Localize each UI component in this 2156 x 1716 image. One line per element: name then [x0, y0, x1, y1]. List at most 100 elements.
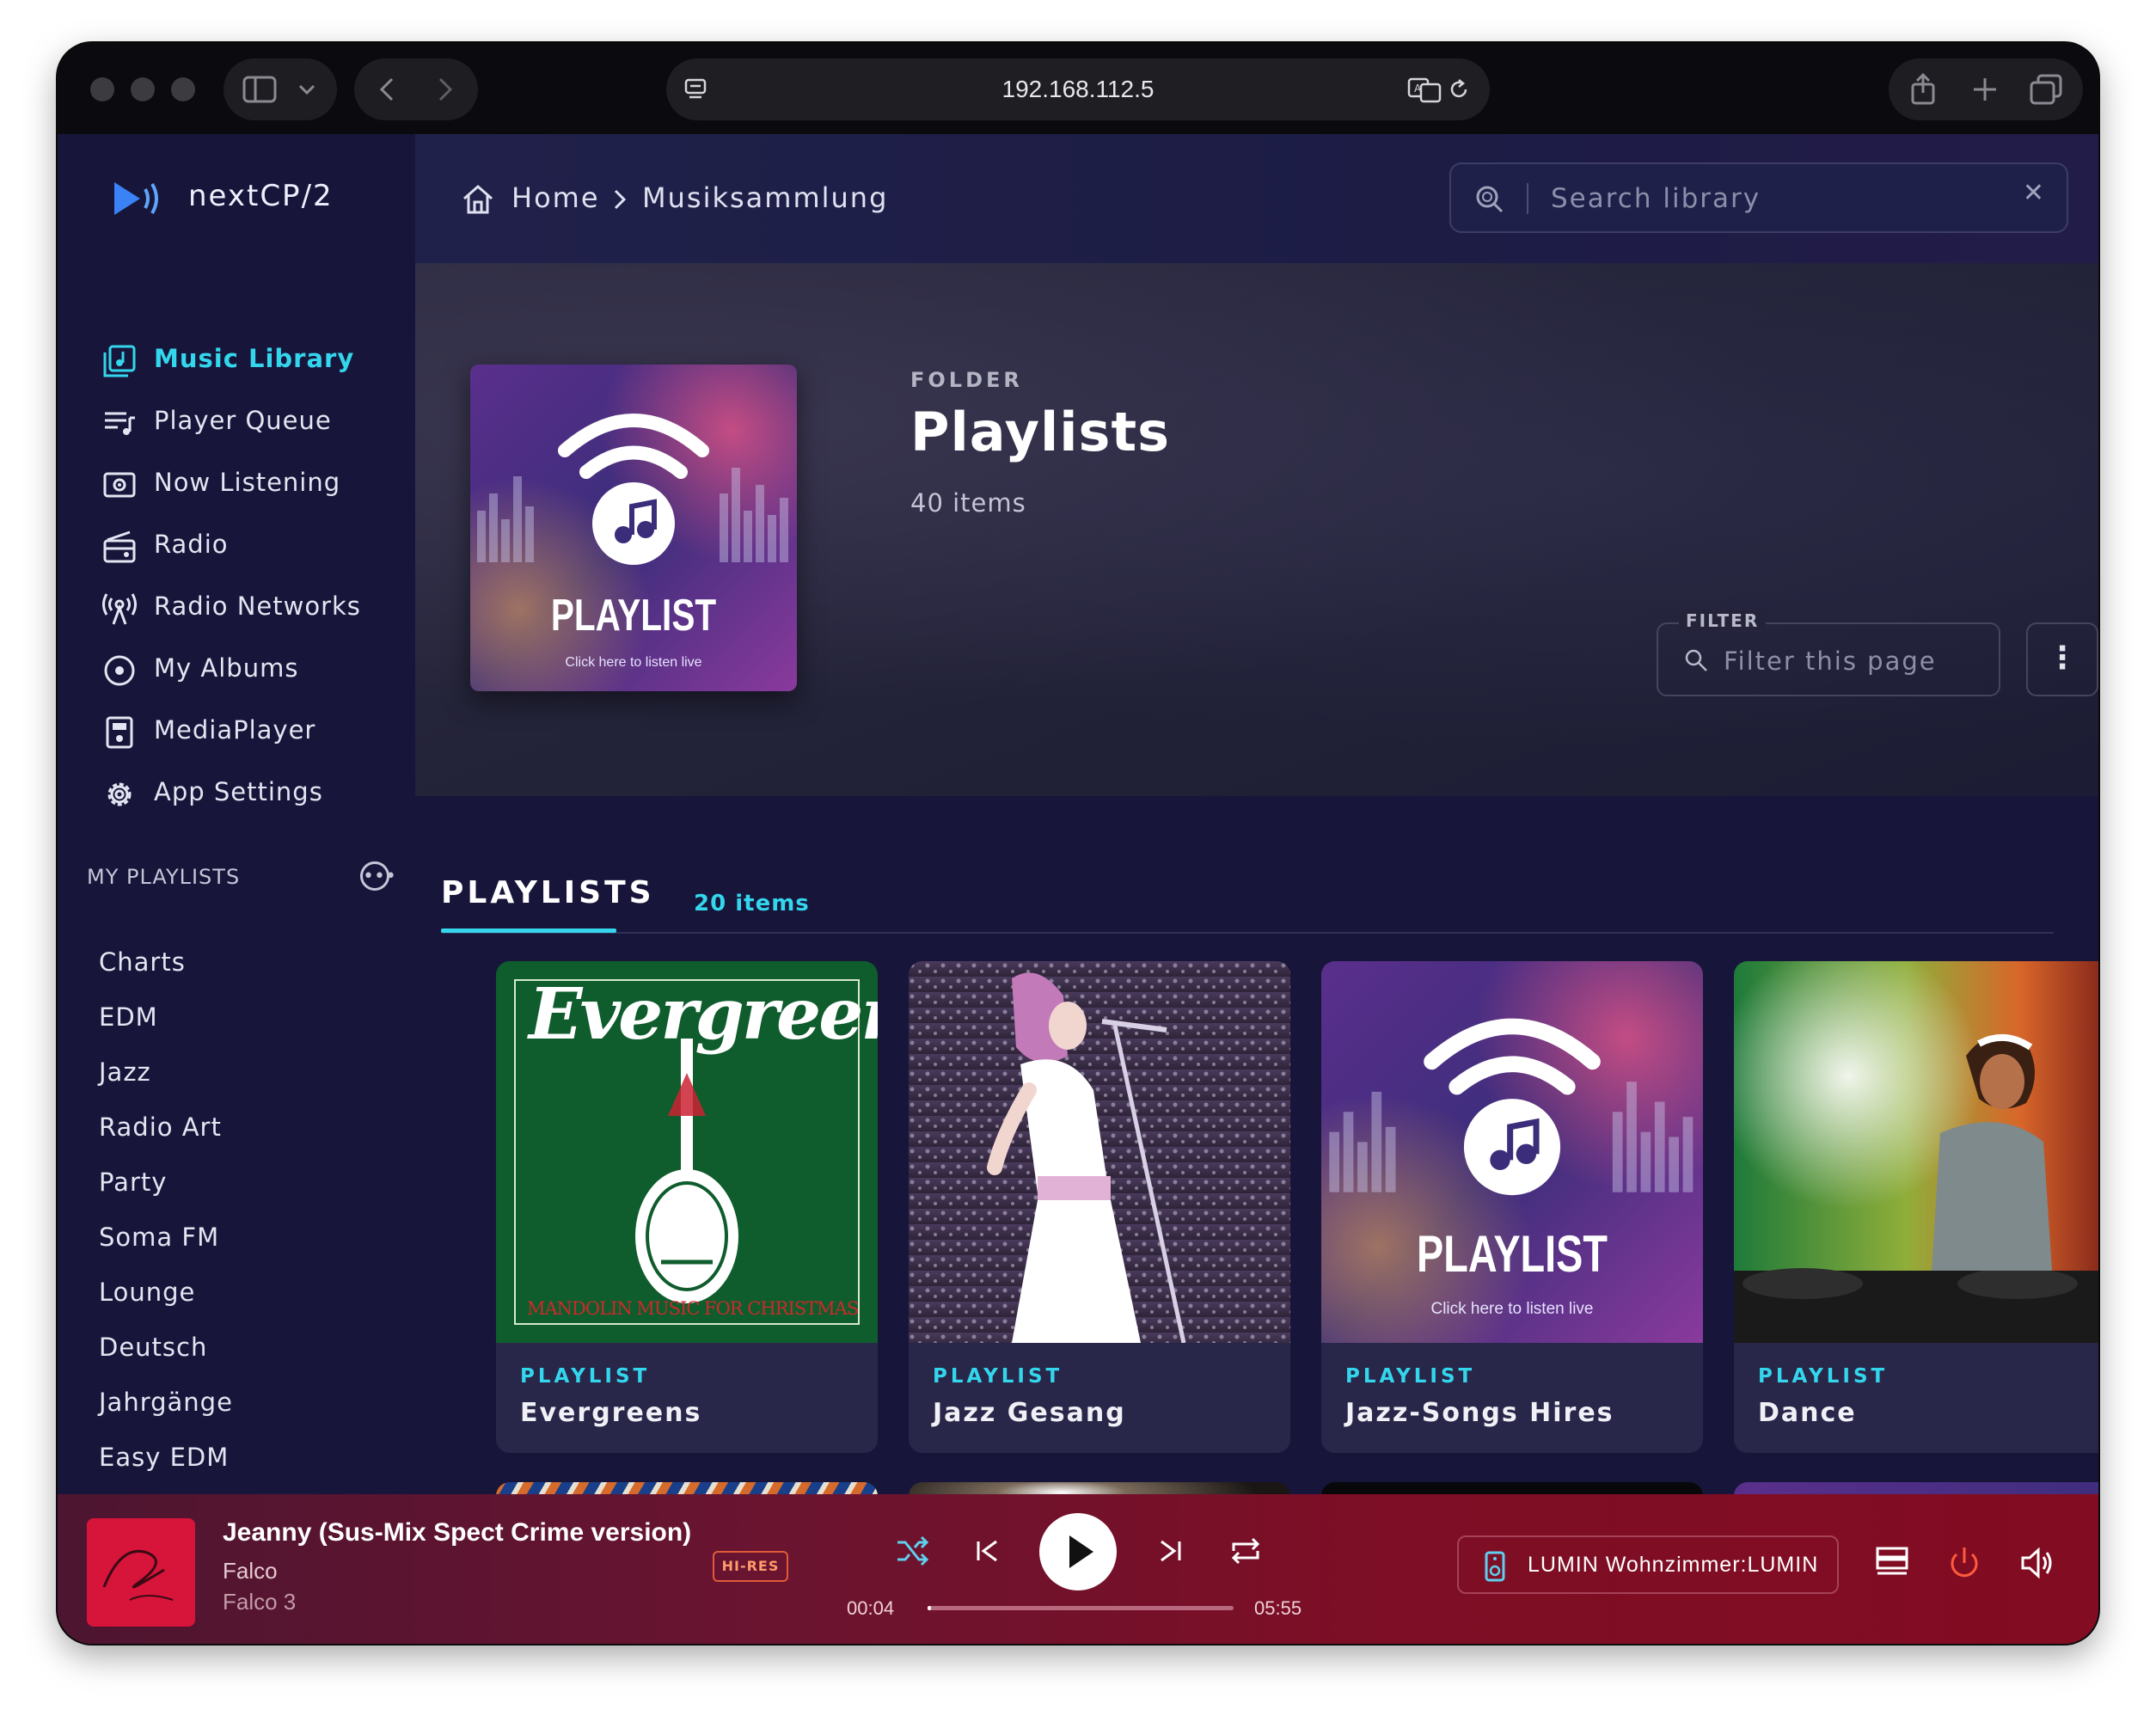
playlist-link[interactable]: Charts [99, 947, 186, 977]
renderer-selector[interactable]: LUMIN Wohnzimmer:LUMIN [1457, 1535, 1839, 1594]
play-button[interactable] [1039, 1513, 1117, 1590]
playlist-link[interactable]: Jahrgänge [99, 1388, 233, 1417]
track-album[interactable]: Falco 3 [223, 1589, 296, 1615]
folder-artwork[interactable]: PLAYLIST Click here to listen live [470, 365, 797, 691]
playlist-link[interactable]: Party [99, 1167, 167, 1197]
playlist-card-partial[interactable] [496, 1482, 878, 1494]
playlist-link[interactable]: Soma FM [99, 1223, 219, 1252]
playlist-link[interactable]: EDM [99, 1002, 158, 1032]
filter-legend: FILTER [1679, 610, 1767, 631]
playlist-link[interactable]: Easy EDM [99, 1443, 229, 1472]
zoom-window-button[interactable] [171, 77, 195, 101]
playlist-cover: Evergreen MANDOLIN MUSIC FOR CHRISTMAS [496, 961, 878, 1343]
speaker-icon [1485, 1551, 1505, 1582]
browser-actions-group [1889, 58, 2083, 120]
browser-window: 192.168.112.5 A nextCP/2 Music Library P… [58, 43, 2098, 1644]
playlist-card-partial[interactable] [909, 1482, 1290, 1494]
renderer-name: LUMIN Wohnzimmer:LUMIN [1528, 1553, 1819, 1577]
sidebar-item-music-library[interactable]: Music Library [102, 337, 395, 385]
sidebar-item-mediaplayer[interactable]: MediaPlayer [102, 708, 395, 757]
sidebar-item-radio-networks[interactable]: Radio Networks [102, 585, 395, 633]
address-bar[interactable]: 192.168.112.5 A [666, 58, 1490, 120]
card-type-label: PLAYLIST [1758, 1365, 1889, 1388]
card-title: Evergreens [520, 1398, 702, 1428]
forward-icon[interactable] [435, 76, 456, 103]
sidebar-item-label: MediaPlayer [154, 715, 316, 745]
sidebar-item-app-settings[interactable]: App Settings [102, 770, 395, 818]
search-bar: ✕ [1449, 162, 2068, 233]
new-tab-icon[interactable] [1971, 76, 1999, 103]
now-playing-cover[interactable] [87, 1518, 195, 1627]
playlist-link[interactable]: Lounge [99, 1278, 195, 1307]
back-icon[interactable] [377, 76, 397, 103]
folder-type-label: FOLDER [910, 368, 1023, 392]
folder-header: PLAYLIST Click here to listen live FOLDE… [415, 263, 2098, 796]
close-icon[interactable]: ✕ [2023, 178, 2044, 208]
card-type-label: PLAYLIST [933, 1365, 1063, 1388]
chevron-down-icon[interactable] [297, 83, 316, 96]
playlist-card[interactable]: Evergreen MANDOLIN MUSIC FOR CHRISTMAS P… [496, 961, 878, 1453]
playlist-card[interactable]: PLAYLIST Jazz Gesang [909, 961, 1290, 1453]
translate-icon[interactable]: A [1407, 76, 1442, 103]
repeat-icon[interactable] [1228, 1534, 1263, 1568]
playlist-link[interactable]: Radio Art [99, 1112, 222, 1142]
main-content: Home Musiksammlung ✕ [415, 134, 2098, 1494]
player-bar: Jeanny (Sus-Mix Spect Crime version) Fal… [58, 1494, 2098, 1644]
power-icon[interactable] [1947, 1546, 1981, 1580]
more-options-button[interactable]: ⋮ [2026, 622, 2098, 696]
url-text[interactable]: 192.168.112.5 [666, 58, 1490, 120]
previous-track-icon[interactable] [974, 1537, 1001, 1565]
sidebar-item-now-listening[interactable]: Now Listening [102, 461, 395, 509]
share-icon[interactable] [1908, 72, 1939, 107]
next-track-icon[interactable] [1156, 1537, 1184, 1565]
page-title: Playlists [910, 401, 1170, 463]
jazz-singer-cover-image [909, 961, 1290, 1344]
browser-titlebar: 192.168.112.5 A [58, 43, 2098, 134]
playlist-card-partial[interactable] [1734, 1482, 2098, 1494]
filter-field [1657, 622, 2000, 696]
hires-badge: HI-RES [713, 1551, 788, 1582]
track-title[interactable]: Jeanny (Sus-Mix Spect Crime version) [223, 1518, 691, 1547]
svg-text:A: A [1414, 83, 1422, 95]
filter-input[interactable] [1722, 640, 1983, 683]
art-sublabel: Click here to listen live [1430, 1300, 1594, 1318]
playlist-card[interactable]: PLAYLIST Click here to listen live PLAYL… [1321, 961, 1703, 1453]
playlist-link[interactable]: Jazz [99, 1057, 151, 1087]
close-window-button[interactable] [90, 77, 114, 101]
section-count: 20 items [694, 891, 810, 916]
reload-icon[interactable] [1447, 77, 1471, 101]
search-input[interactable] [1549, 176, 2000, 221]
breadcrumb-home[interactable]: Home [511, 181, 600, 214]
playlists-more-button[interactable]: ••• [360, 861, 396, 891]
minimize-window-button[interactable] [131, 77, 155, 101]
sidebar-item-label: Now Listening [154, 468, 341, 497]
sidebar-toggle-group [224, 58, 337, 120]
disc-icon [104, 655, 135, 686]
queue-list-icon[interactable] [1875, 1546, 1909, 1580]
sidebar-item-radio[interactable]: Radio [102, 523, 395, 571]
dj-cover-image [1734, 961, 2098, 1343]
album-cover-image [87, 1518, 195, 1627]
home-icon[interactable] [462, 183, 494, 216]
play-icon [1069, 1535, 1093, 1568]
sidebar-item-player-queue[interactable]: Player Queue [102, 399, 395, 447]
sidebar-item-label: Radio Networks [154, 591, 361, 621]
active-tab-indicator [441, 928, 616, 933]
progress-slider[interactable] [928, 1606, 1234, 1610]
art-label: PLAYLIST [550, 591, 717, 640]
breadcrumb-current[interactable]: Musiksammlung [642, 181, 888, 214]
sidebar-item-my-albums[interactable]: My Albums [102, 647, 395, 695]
playlist-card[interactable]: PLAYLIST Dance [1734, 961, 2098, 1453]
sidebar-toggle-icon[interactable] [242, 76, 277, 103]
elapsed-time: 00:04 [847, 1597, 895, 1619]
playlist-link[interactable]: Deutsch [99, 1333, 207, 1362]
shuffle-icon[interactable] [895, 1534, 929, 1568]
search-library-icon [1476, 186, 1504, 213]
volume-icon[interactable] [2019, 1546, 2054, 1580]
track-artist[interactable]: Falco [223, 1558, 278, 1584]
item-count: 40 items [910, 488, 1026, 518]
tab-overview-icon[interactable] [2030, 74, 2062, 105]
more-icon: ••• [363, 866, 396, 887]
section-tab-playlists[interactable]: PLAYLISTS [441, 875, 655, 910]
playlist-card-partial[interactable] [1321, 1482, 1703, 1494]
